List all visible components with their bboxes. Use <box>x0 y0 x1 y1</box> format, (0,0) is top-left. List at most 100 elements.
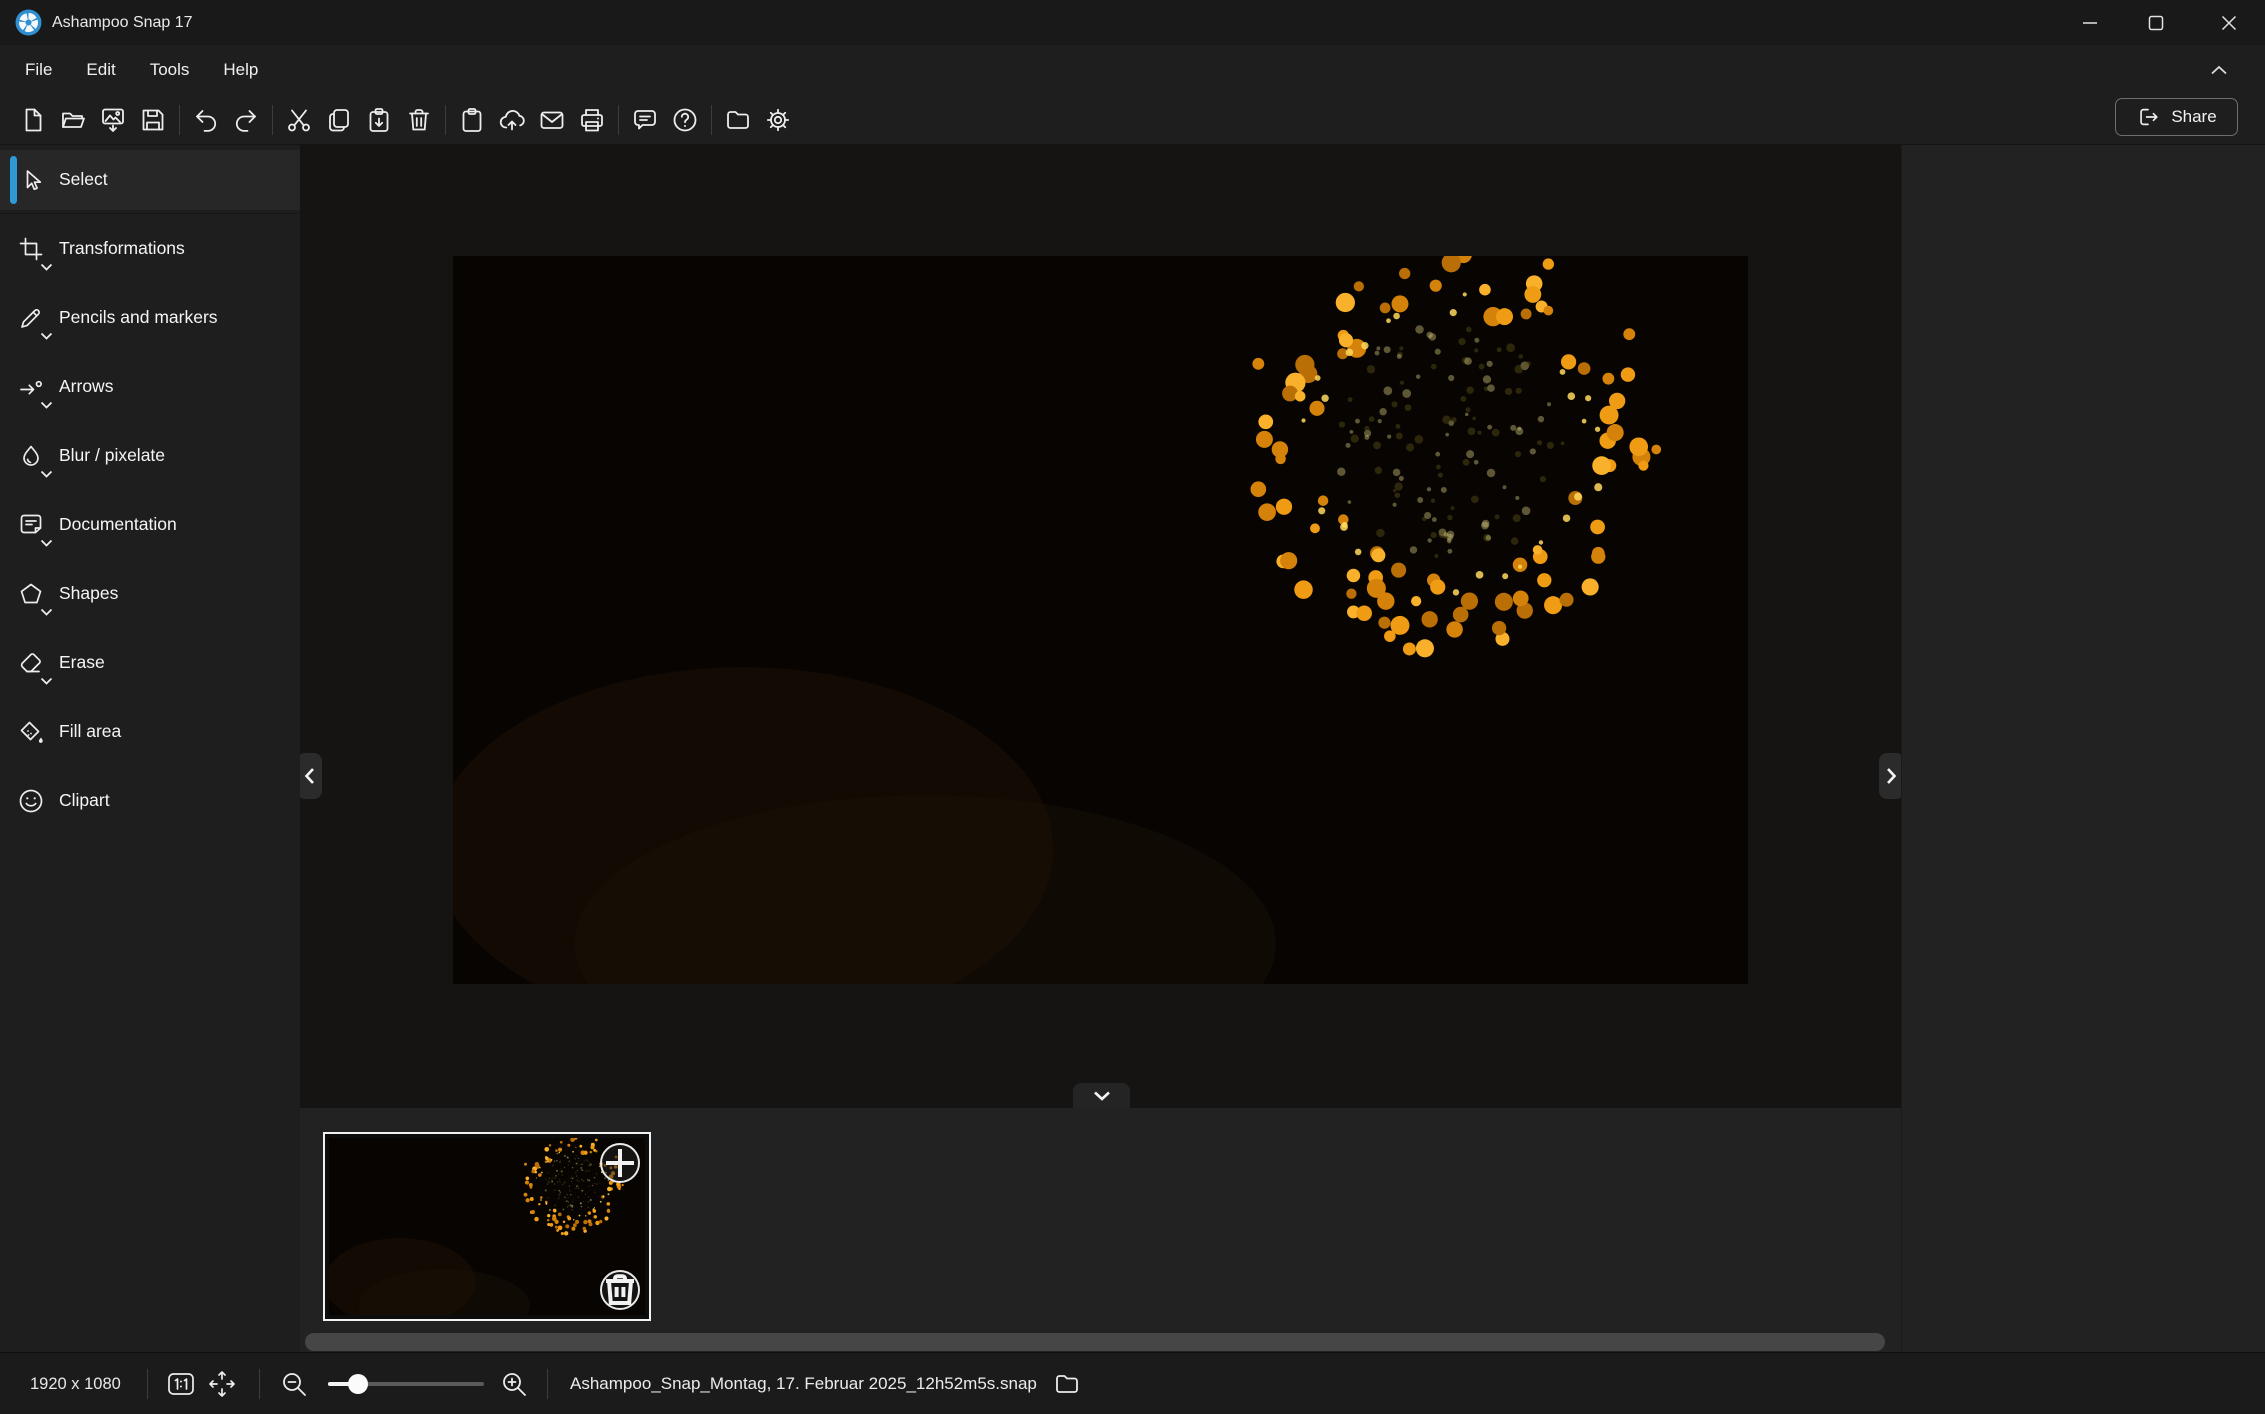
sidebar-item-clipart[interactable]: Clipart <box>0 771 300 831</box>
sidebar-item-arrows[interactable]: Arrows <box>0 357 300 417</box>
new-file-icon <box>19 106 47 134</box>
open-file-location-button[interactable] <box>1053 1370 1081 1398</box>
zoom-slider-handle[interactable] <box>348 1374 368 1394</box>
cloud-upload-button[interactable] <box>492 98 532 142</box>
undo-button[interactable] <box>186 98 226 142</box>
thumbnail-image-svg <box>329 1138 645 1315</box>
save-button[interactable] <box>133 98 173 142</box>
minimize-button[interactable] <box>2067 0 2113 45</box>
collapse-left-panel-button[interactable] <box>300 753 322 799</box>
collapse-toolbar-button[interactable] <box>2198 54 2240 86</box>
statusbar-separator <box>259 1369 260 1399</box>
folder-icon <box>724 106 752 134</box>
sidebar-item-label: Pencils and markers <box>59 307 269 329</box>
chevron-down-icon <box>40 328 53 337</box>
help-button[interactable] <box>665 98 705 142</box>
cut-button[interactable] <box>279 98 319 142</box>
menu-edit[interactable]: Edit <box>69 45 132 95</box>
delete-capture-button[interactable] <box>600 1270 640 1310</box>
paste-button[interactable] <box>359 98 399 142</box>
zoom-out-button[interactable] <box>276 1366 312 1402</box>
cursor-icon <box>17 166 45 194</box>
send-email-button[interactable] <box>532 98 572 142</box>
chevron-down-icon <box>40 259 53 268</box>
sidebar-item-documentation[interactable]: Documentation <box>0 495 300 555</box>
toolbar-separator <box>445 105 446 135</box>
chevron-down-icon <box>1093 1090 1111 1101</box>
toolbar-separator <box>711 105 712 135</box>
save-as-image-button[interactable] <box>93 98 133 142</box>
menu-help[interactable]: Help <box>206 45 275 95</box>
copy-to-clipboard-button[interactable] <box>452 98 492 142</box>
app-window: Ashampoo Snap 17 File Edit Tools Help <box>0 0 2265 1414</box>
sidebar-item-fill-area[interactable]: Fill area <box>0 702 300 762</box>
copy-button[interactable] <box>319 98 359 142</box>
menu-file[interactable]: File <box>8 45 69 95</box>
image-dimensions: 1920 x 1080 <box>30 1353 121 1414</box>
share-button[interactable]: Share <box>2115 98 2238 136</box>
chevron-right-icon <box>1886 767 1897 785</box>
selected-accent-bar <box>10 156 17 204</box>
close-icon <box>2221 15 2237 31</box>
workspace <box>300 145 2265 1352</box>
folder-icon <box>1053 1370 1081 1398</box>
sidebar-item-label: Arrows <box>59 376 269 398</box>
open-folder-icon <box>59 106 87 134</box>
print-button[interactable] <box>572 98 612 142</box>
share-export-icon <box>2136 105 2160 129</box>
sidebar-item-label: Documentation <box>59 514 269 536</box>
sidebar-item-label: Fill area <box>59 721 269 743</box>
cloud-upload-icon <box>498 106 526 134</box>
sidebar-item-shapes[interactable]: Shapes <box>0 564 300 624</box>
sidebar-item-label: Shapes <box>59 583 269 605</box>
chevron-down-icon <box>40 466 53 475</box>
sidebar-item-label: Blur / pixelate <box>59 445 269 467</box>
sidebar-item-blur[interactable]: Blur / pixelate <box>0 426 300 486</box>
mail-icon <box>538 106 566 134</box>
new-capture-button[interactable] <box>13 98 53 142</box>
comment-icon <box>631 106 659 134</box>
trash-icon <box>405 106 433 134</box>
maximize-button[interactable] <box>2133 0 2179 45</box>
statusbar-separator <box>147 1369 148 1399</box>
canvas-image-svg <box>453 256 1748 984</box>
close-button[interactable] <box>2206 0 2252 45</box>
sidebar-item-label: Erase <box>59 652 269 674</box>
sidebar-item-transformations[interactable]: Transformations <box>0 219 300 279</box>
toolbar: Share <box>0 95 2265 145</box>
chevron-down-icon <box>40 535 53 544</box>
pan-fit-button[interactable] <box>204 1366 240 1402</box>
panel-divider <box>1901 145 1902 1352</box>
smiley-icon <box>17 787 45 815</box>
sidebar-item-label: Clipart <box>59 790 269 812</box>
open-button[interactable] <box>53 98 93 142</box>
statusbar-separator <box>547 1369 548 1399</box>
sidebar-item-select[interactable]: Select <box>0 150 300 210</box>
canvas-image[interactable] <box>453 256 1748 984</box>
open-containing-folder-button[interactable] <box>718 98 758 142</box>
zoom-in-button[interactable] <box>496 1366 532 1402</box>
sidebar-item-erase[interactable]: Erase <box>0 633 300 693</box>
delete-button[interactable] <box>399 98 439 142</box>
thumbnail-selected[interactable] <box>323 1132 651 1321</box>
minimize-icon <box>2082 15 2098 31</box>
collapse-bottom-panel-button[interactable] <box>1073 1083 1130 1108</box>
copy-icon <box>325 106 353 134</box>
menu-tools[interactable]: Tools <box>133 45 207 95</box>
chevron-left-icon <box>304 767 315 785</box>
actual-size-button[interactable] <box>163 1366 199 1402</box>
gear-icon <box>764 106 792 134</box>
thumbnail-scrollbar[interactable] <box>305 1333 1885 1351</box>
zoom-out-icon <box>279 1369 309 1399</box>
collapse-right-panel-button[interactable] <box>1879 753 1901 799</box>
current-filename: Ashampoo_Snap_Montag, 17. Februar 2025_1… <box>570 1374 1037 1394</box>
sidebar-item-pencils[interactable]: Pencils and markers <box>0 288 300 348</box>
feedback-button[interactable] <box>625 98 665 142</box>
toolbar-separator <box>618 105 619 135</box>
redo-button[interactable] <box>226 98 266 142</box>
scissors-icon <box>285 106 313 134</box>
add-capture-button[interactable] <box>600 1143 640 1183</box>
toolbar-separator <box>272 105 273 135</box>
settings-button[interactable] <box>758 98 798 142</box>
share-label: Share <box>2171 107 2216 127</box>
